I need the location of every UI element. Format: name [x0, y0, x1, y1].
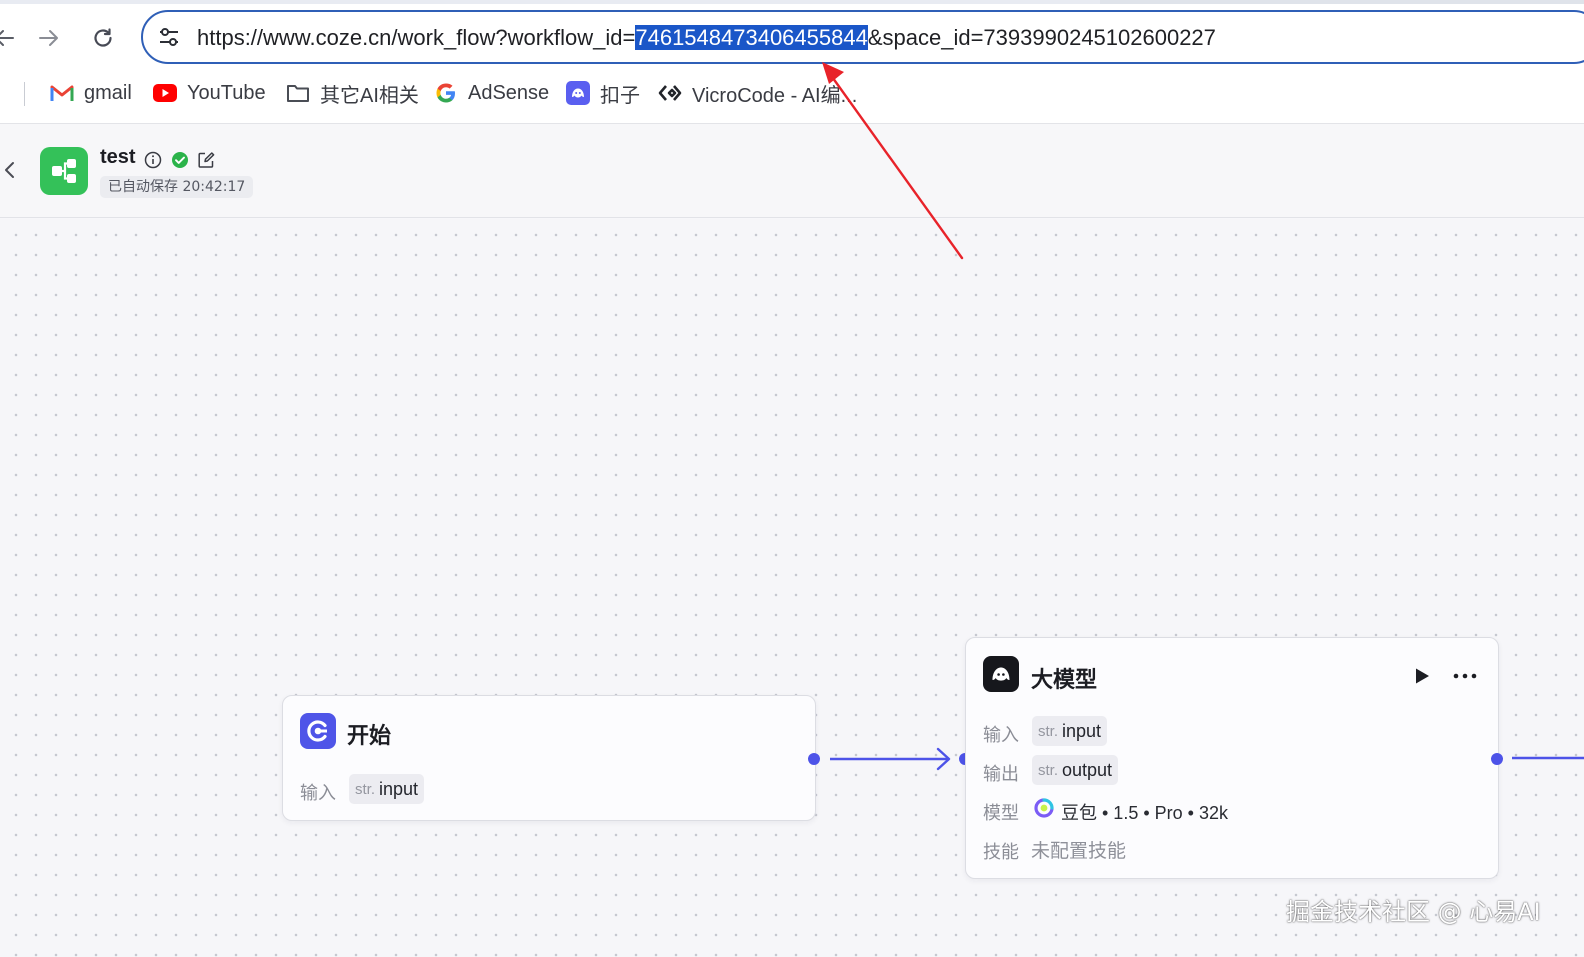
- bookmark-separator: [24, 82, 25, 106]
- bookmark-vicrocode[interactable]: VicroCode - AI编...: [658, 80, 858, 107]
- start-node-icon: [300, 713, 336, 749]
- apps-grid-icon[interactable]: [0, 82, 6, 102]
- chevron-left-icon[interactable]: [2, 160, 22, 182]
- variable-type: str.: [1038, 722, 1059, 740]
- tab-strip: [0, 0, 1584, 4]
- bookmark-label: AdSense: [468, 81, 550, 104]
- bookmark-label: YouTube: [187, 81, 266, 104]
- start-node[interactable]: 开始 输入 str. input: [282, 695, 816, 821]
- url-text[interactable]: https://www.coze.cn/work_flow?workflow_i…: [197, 24, 1216, 52]
- url-prefix: https://www.coze.cn/work_flow?workflow_i…: [197, 25, 636, 50]
- google-icon: [434, 81, 458, 105]
- skill-value: 未配置技能: [1031, 840, 1127, 862]
- edit-icon[interactable]: [197, 151, 215, 169]
- vicrocode-icon: [658, 81, 682, 105]
- published-check-icon: [171, 151, 189, 169]
- workflow-title: test: [100, 146, 136, 168]
- model-label: 模型: [983, 803, 1019, 824]
- workflow-icon: [40, 147, 88, 195]
- llm-node-title: 大模型: [1031, 668, 1098, 693]
- more-options-icon[interactable]: [1452, 666, 1478, 686]
- autosave-status-badge: 已自动保存 20:42:17: [100, 176, 254, 198]
- active-tab-edge[interactable]: [0, 0, 1100, 4]
- browser-toolbar: https://www.coze.cn/work_flow?workflow_i…: [0, 0, 1584, 124]
- bookmarks-bar: gmail YouTube 其它AI相关 AdSense 扣子 VicroCod…: [0, 74, 1584, 112]
- input-variable-tag: str. input: [1032, 716, 1108, 746]
- url-suffix: &space_id=7393990245102600227: [867, 25, 1216, 50]
- coze-icon: [566, 81, 590, 105]
- watermark: 掘金技术社区 @ 心易AI: [1286, 898, 1541, 926]
- bookmark-gmail[interactable]: gmail: [50, 80, 132, 106]
- variable-name: input: [379, 778, 419, 799]
- reload-icon[interactable]: [87, 22, 119, 54]
- output-label: 输出: [983, 764, 1019, 785]
- variable-name: input: [1062, 720, 1102, 741]
- output-variable-tag: str. output: [1032, 755, 1119, 785]
- edge-llm-to-next[interactable]: [1500, 748, 1584, 768]
- start-node-output-port[interactable]: [808, 753, 820, 765]
- llm-node[interactable]: 大模型 输入 str. input 输出 str. output 模型 豆包 •…: [965, 637, 1499, 879]
- variable-type: str.: [1038, 761, 1059, 779]
- bookmark-label: 其它AI相关: [320, 84, 419, 107]
- folder-icon: [286, 81, 310, 105]
- bookmark-label: 扣子: [600, 84, 640, 107]
- variable-type: str.: [355, 780, 376, 798]
- url-selected-workflow-id: 7461548473406455844: [635, 25, 868, 50]
- variable-name: output: [1062, 759, 1113, 780]
- bookmark-coze[interactable]: 扣子: [566, 80, 640, 107]
- llm-node-icon: [983, 656, 1019, 692]
- bookmark-youtube[interactable]: YouTube: [153, 80, 266, 106]
- site-settings-icon[interactable]: [157, 25, 181, 49]
- bookmark-label: gmail: [84, 81, 132, 104]
- edge-start-to-llm[interactable]: [820, 740, 970, 780]
- input-label: 输入: [300, 783, 336, 804]
- run-node-icon[interactable]: [1412, 666, 1432, 686]
- doubao-model-icon: [1034, 798, 1054, 818]
- youtube-icon: [153, 81, 177, 105]
- back-nav-icon[interactable]: [0, 22, 20, 54]
- forward-icon[interactable]: [33, 22, 65, 54]
- input-label: 输入: [983, 725, 1019, 746]
- address-bar[interactable]: https://www.coze.cn/work_flow?workflow_i…: [141, 10, 1584, 64]
- start-node-title: 开始: [347, 724, 392, 749]
- bookmark-adsense[interactable]: AdSense: [434, 80, 549, 106]
- gmail-icon: [50, 81, 74, 105]
- info-icon[interactable]: [144, 151, 162, 169]
- bookmark-folder-ai[interactable]: 其它AI相关: [286, 80, 419, 107]
- input-variable-tag: str. input: [349, 774, 425, 804]
- model-value[interactable]: 豆包 • 1.5 • Pro • 32k: [1061, 799, 1228, 825]
- bookmark-label: VicroCode - AI编...: [692, 84, 858, 107]
- workflow-header: test 已自动保存 20:42:17: [0, 124, 1584, 218]
- skill-label: 技能: [983, 842, 1019, 863]
